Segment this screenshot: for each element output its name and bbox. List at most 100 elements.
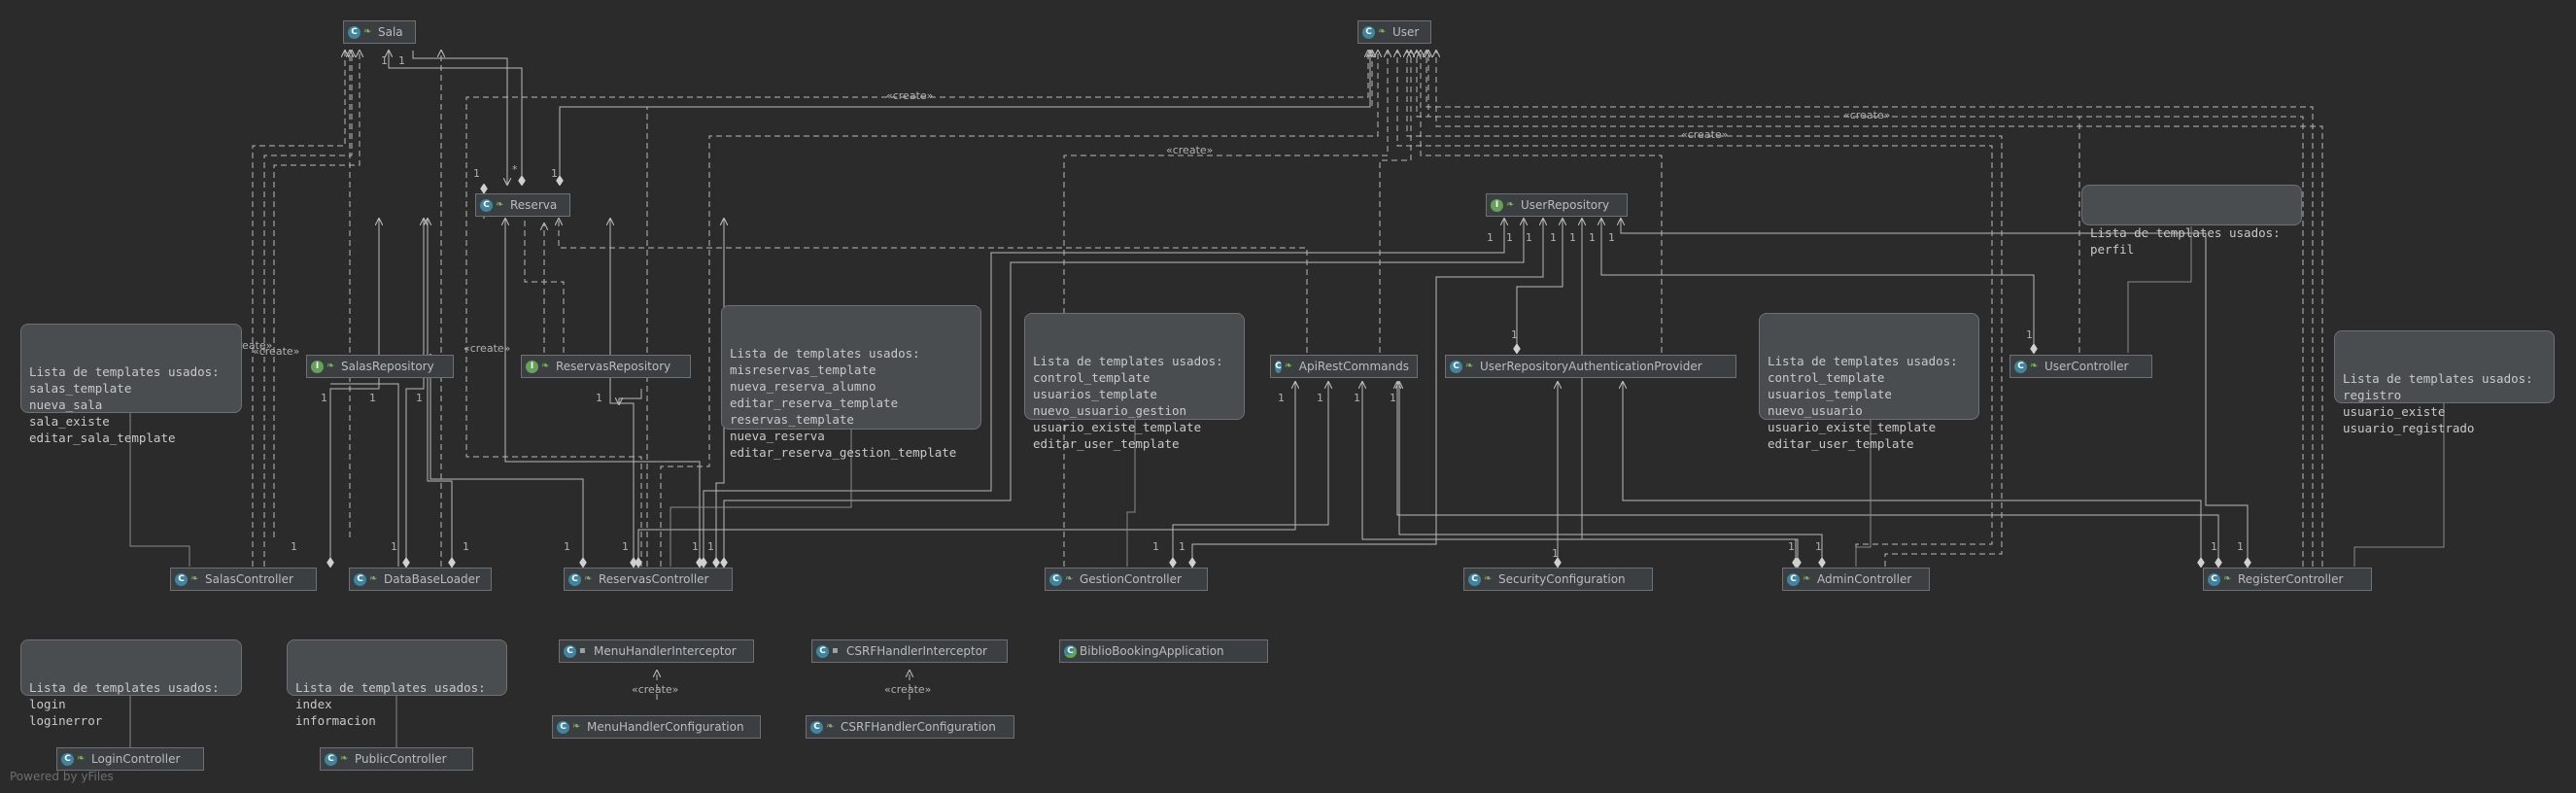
multiplicity: 1 — [1815, 540, 1822, 553]
multiplicity: 1 — [1506, 231, 1513, 244]
class-icon: C — [1362, 25, 1375, 39]
class-reservas-controller[interactable]: C ❧ ReservasController — [564, 568, 733, 591]
edge-assoc — [430, 355, 583, 567]
multiplicity: 1 — [1354, 392, 1360, 404]
class-user-controller[interactable]: C ❧ UserController — [2009, 355, 2152, 378]
class-icon: C — [810, 720, 823, 734]
class-menu-handler-configuration[interactable]: C ❧ MenuHandlerConfiguration — [552, 715, 761, 739]
class-menu-handler-interceptor[interactable]: C ▪ MenuHandlerInterceptor — [559, 639, 754, 663]
class-name: GestionController — [1080, 572, 1182, 586]
create-label: «create» — [464, 342, 511, 355]
create-label: «create» — [1166, 144, 1214, 156]
multiplicity: 1 — [398, 54, 405, 67]
multiplicity: 1 — [463, 540, 469, 553]
multiplicity: 1 — [622, 540, 629, 553]
edge-create — [1417, 51, 2304, 567]
note-item: editar_user_template — [1033, 436, 1180, 451]
note-item: usuario_existe_template — [1033, 420, 1202, 434]
note-item: editar_user_template — [1768, 436, 1914, 451]
class-csrf-handler-configuration[interactable]: C ❧ CSRFHandlerConfiguration — [806, 715, 1014, 739]
class-security-configuration[interactable]: C ❧ SecurityConfiguration — [1463, 568, 1653, 591]
multiplicity: 1 — [1589, 231, 1596, 244]
note-salas: Lista de templates usados: salas_template… — [20, 324, 242, 445]
create-label: «create» — [253, 345, 300, 358]
public-leaf-icon: ❧ — [496, 199, 504, 210]
public-leaf-icon: ❧ — [1065, 573, 1074, 584]
multiplicity: 1 — [369, 392, 376, 404]
note-item: informacion — [295, 713, 376, 728]
interface-salas-repository[interactable]: I ❧ SalasRepository — [306, 355, 454, 378]
public-leaf-icon: ❧ — [1506, 199, 1515, 210]
class-name: Reserva — [510, 198, 558, 212]
note-item: nueva_reserva — [730, 429, 825, 443]
public-leaf-icon: ❧ — [572, 721, 581, 732]
class-icon: C — [61, 752, 74, 766]
multiplicity: 1 — [1487, 231, 1494, 244]
multiplicity: 1 — [1569, 231, 1576, 244]
class-salas-controller[interactable]: C ❧ SalasController — [170, 568, 317, 591]
public-leaf-icon: ❧ — [190, 573, 199, 584]
multiplicity: 1 — [692, 540, 699, 553]
edge-create — [1063, 51, 1388, 567]
class-user[interactable]: C ❧ User — [1357, 20, 1431, 44]
edge-create — [1436, 51, 2323, 567]
class-name: ReservasController — [599, 572, 709, 586]
edge-assoc — [412, 51, 507, 185]
class-biblio-booking-application[interactable]: C BiblioBookingApplication — [1059, 639, 1268, 663]
class-name: Sala — [378, 25, 403, 39]
edge-assoc — [330, 383, 399, 567]
interface-user-repository[interactable]: I ❧ UserRepository — [1486, 193, 1628, 217]
public-leaf-icon: ❧ — [2030, 361, 2039, 371]
note-title: Lista de templates usados: — [2343, 371, 2533, 386]
public-leaf-icon: ❧ — [541, 361, 550, 371]
note-login: Lista de templates usados: login loginerro… — [20, 639, 242, 728]
class-icon: C — [1275, 360, 1282, 373]
class-icon: C — [568, 572, 581, 586]
class-api-rest-commands[interactable]: C ❧ ApiRestCommands — [1270, 355, 1418, 378]
class-public-controller[interactable]: C ❧ PublicController — [320, 747, 473, 771]
class-name: UserRepositoryAuthenticationProvider — [1480, 360, 1702, 373]
multiplicity: 1 — [551, 167, 558, 180]
note-item: editar_reserva_gestion_template — [730, 445, 957, 460]
multiplicity: 1 — [1152, 540, 1159, 553]
class-login-controller[interactable]: C ❧ LoginController — [56, 747, 204, 771]
class-name: SalasController — [205, 572, 293, 586]
note-item: nuevo_usuario_gestion — [1033, 403, 1187, 418]
note-title: Lista de templates usados: — [1768, 354, 1958, 368]
multiplicity: * — [512, 163, 518, 176]
class-name: UserController — [2044, 360, 2129, 373]
class-csrf-handler-interceptor[interactable]: C ▪ CSRFHandlerInterceptor — [811, 639, 1008, 663]
class-name: BiblioBookingApplication — [1080, 644, 1224, 658]
class-icon: C — [354, 572, 366, 586]
edge-assoc — [389, 51, 522, 185]
class-reserva[interactable]: C ❧ Reserva — [475, 193, 570, 217]
class-user-repository-authentication-provider[interactable]: C ❧ UserRepositoryAuthenticationProvider — [1445, 355, 1736, 378]
class-register-controller[interactable]: C ❧ RegisterController — [2203, 568, 2372, 591]
multiplicity: 1 — [321, 392, 327, 404]
multiplicity: 1 — [381, 54, 388, 67]
note-item: usuarios_template — [1768, 387, 1892, 401]
class-icon: C — [175, 572, 188, 586]
note-title: Lista de templates usados: — [29, 364, 220, 379]
public-leaf-icon: ❧ — [363, 26, 372, 37]
edge-create — [252, 51, 345, 567]
class-database-loader[interactable]: C ❧ DataBaseLoader — [349, 568, 492, 591]
multiplicity: 1 — [1550, 231, 1557, 244]
class-name: SalasRepository — [341, 360, 434, 373]
class-admin-controller[interactable]: C ❧ AdminController — [1782, 568, 1930, 591]
multiplicity: 1 — [2237, 540, 2244, 553]
interface-reservas-repository[interactable]: I ❧ ReservasRepository — [521, 355, 691, 378]
note-item: control_template — [1768, 370, 1885, 385]
multiplicity: 1 — [596, 392, 602, 404]
multiplicity: 1 — [1526, 231, 1532, 244]
class-gestion-controller[interactable]: C ❧ GestionController — [1045, 568, 1208, 591]
class-sala[interactable]: C ❧ Sala — [343, 20, 416, 44]
edge-assoc — [619, 389, 642, 404]
public-leaf-icon: ❧ — [77, 753, 86, 764]
interface-icon: I — [1491, 198, 1503, 212]
note-item: usuario_existe_template — [1768, 420, 1937, 434]
multiplicity: 1 — [1608, 231, 1615, 244]
multiplicity: 1 — [2211, 540, 2217, 553]
note-item: control_template — [1033, 370, 1151, 385]
public-leaf-icon: ❧ — [1803, 573, 1811, 584]
